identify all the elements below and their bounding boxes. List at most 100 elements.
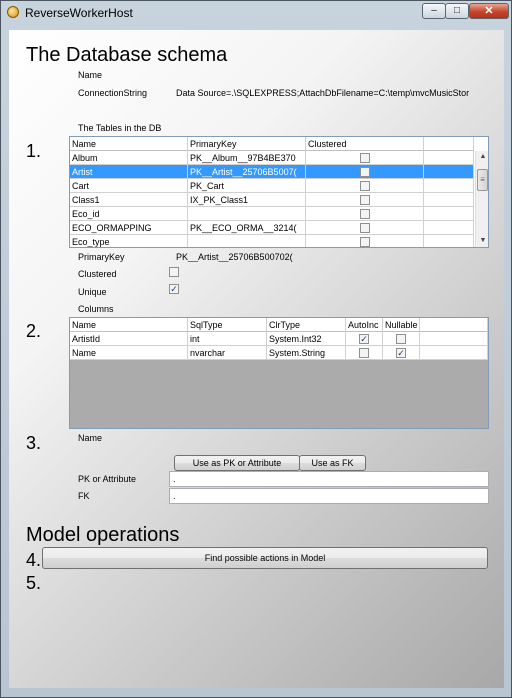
connection-string-value: Data Source=.\SQLEXPRESS;AttachDbFilenam… (176, 88, 470, 98)
table-clustered-cell[interactable] (306, 235, 424, 247)
table-pk-cell[interactable]: PK__Album__97B4BE370 (188, 151, 306, 165)
table-clustered-cell[interactable] (306, 179, 424, 193)
col-header-clrtype[interactable]: ClrType (267, 318, 346, 332)
step-5-number: 5. (26, 573, 42, 593)
primarykey-label: PrimaryKey (78, 252, 125, 262)
column-name-cell[interactable]: Name (70, 346, 188, 360)
clustered-checkbox[interactable] (360, 181, 370, 191)
step-3-number: 3. (26, 433, 42, 453)
table-name-cell[interactable]: Eco_type (70, 235, 188, 247)
table-clustered-cell[interactable] (306, 151, 424, 165)
table-pk-cell[interactable]: PK_Cart (188, 179, 306, 193)
maximize-button[interactable]: □ (445, 3, 469, 19)
client-area: The Database schema Name ConnectionStrin… (9, 30, 504, 688)
col-header-filler (424, 137, 474, 151)
table-filler-cell (424, 221, 474, 235)
clustered-checkbox[interactable] (360, 195, 370, 205)
table-clustered-cell[interactable] (306, 207, 424, 221)
column-autoinc-cell[interactable] (346, 346, 383, 360)
clustered-label: Clustered (78, 269, 117, 279)
table-filler-cell (424, 165, 474, 179)
connection-string-label: ConnectionString (78, 88, 148, 98)
col-header-clustered[interactable]: Clustered (306, 137, 424, 151)
step-2-number: 2. (26, 321, 42, 341)
table-name-cell[interactable]: ECO_ORMAPPING (70, 221, 188, 235)
unique-checkbox[interactable] (169, 284, 179, 294)
column-row[interactable]: ArtistId int System.Int32 (70, 332, 488, 346)
column-nullable-cell[interactable] (383, 346, 420, 360)
table-filler-cell (424, 207, 474, 221)
column-name-cell[interactable]: ArtistId (70, 332, 188, 346)
column-sqltype-cell[interactable]: nvarchar (188, 346, 267, 360)
table-pk-cell[interactable]: PK__ECO_ORMA__3214( (188, 221, 306, 235)
nullable-checkbox[interactable] (396, 334, 406, 344)
table-filler-cell (424, 179, 474, 193)
title-bar[interactable]: ReverseWorkerHost – □ ✕ (1, 1, 511, 25)
clustered-checkbox[interactable] (360, 237, 370, 247)
clustered-checkbox[interactable] (360, 209, 370, 219)
scroll-down-icon[interactable]: ▼ (476, 235, 488, 247)
clustered-checkbox[interactable] (169, 267, 179, 277)
scroll-thumb[interactable]: ≡ (477, 169, 488, 191)
table-clustered-cell[interactable] (306, 165, 424, 179)
window-title: ReverseWorkerHost (25, 6, 133, 20)
table-filler-cell (424, 193, 474, 207)
clustered-checkbox[interactable] (360, 223, 370, 233)
col-header-filler (420, 318, 488, 332)
col-header-nullable[interactable]: Nullable (383, 318, 420, 332)
column-nullable-cell[interactable] (383, 332, 420, 346)
column-clrtype-cell[interactable]: System.Int32 (267, 332, 346, 346)
autoinc-checkbox[interactable] (359, 348, 369, 358)
autoinc-checkbox[interactable] (359, 334, 369, 344)
fk-field[interactable]: . (169, 488, 489, 504)
nullable-checkbox[interactable] (396, 348, 406, 358)
table-pk-cell[interactable] (188, 235, 306, 247)
unique-label: Unique (78, 287, 107, 297)
find-actions-button[interactable]: Find possible actions in Model (42, 547, 488, 569)
primarykey-value: PK__Artist__25706B500702( (176, 252, 293, 262)
app-icon (7, 6, 19, 18)
fk-label: FK (78, 491, 90, 501)
scroll-up-icon[interactable]: ▲ (476, 151, 488, 163)
step-4-number: 4. (26, 550, 42, 570)
col-header-primarykey[interactable]: PrimaryKey (188, 137, 306, 151)
column-row[interactable]: Name nvarchar System.String (70, 346, 488, 360)
table-name-cell[interactable]: Class1 (70, 193, 188, 207)
database-schema-heading: The Database schema (26, 44, 228, 66)
column-filler-cell (420, 346, 488, 360)
table-pk-cell[interactable] (188, 207, 306, 221)
col-header-autoinc[interactable]: AutoInc (346, 318, 383, 332)
table-clustered-cell[interactable] (306, 193, 424, 207)
table-pk-cell[interactable]: PK__Artist__25706B5007( (188, 165, 306, 179)
table-filler-cell (424, 235, 474, 247)
close-button[interactable]: ✕ (469, 3, 509, 19)
step3-name-label: Name (78, 433, 103, 443)
pk-attribute-field[interactable]: . (169, 471, 489, 487)
use-as-fk-button[interactable]: Use as FK (299, 455, 366, 471)
table-name-cell[interactable]: Cart (70, 179, 188, 193)
table-name-cell[interactable]: Eco_id (70, 207, 188, 221)
use-as-pk-button[interactable]: Use as PK or Attribute (174, 455, 300, 471)
table-clustered-cell[interactable] (306, 221, 424, 235)
table-name-cell[interactable]: Album (70, 151, 188, 165)
step-1-number: 1. (26, 141, 42, 161)
table-filler-cell (424, 151, 474, 165)
column-filler-cell (420, 332, 488, 346)
col-header-name[interactable]: Name (70, 318, 188, 332)
table-name-cell[interactable]: Artist (70, 165, 188, 179)
col-header-sqltype[interactable]: SqlType (188, 318, 267, 332)
column-clrtype-cell[interactable]: System.String (267, 346, 346, 360)
column-autoinc-cell[interactable] (346, 332, 383, 346)
col-header-name[interactable]: Name (70, 137, 188, 151)
tables-label: The Tables in the DB (78, 123, 162, 133)
columns-label: Columns (78, 304, 114, 314)
table-pk-cell[interactable]: IX_PK_Class1 (188, 193, 306, 207)
tables-scrollbar[interactable]: ▲ ≡ ▼ (475, 151, 488, 247)
columns-grid[interactable]: Name SqlType ClrType AutoInc Nullable Ar… (69, 317, 489, 429)
tables-grid[interactable]: Name PrimaryKey Clustered Album PK__Album… (69, 136, 489, 248)
minimize-button[interactable]: – (422, 3, 446, 19)
column-sqltype-cell[interactable]: int (188, 332, 267, 346)
clustered-checkbox[interactable] (360, 167, 370, 177)
clustered-checkbox[interactable] (360, 153, 370, 163)
pk-attribute-label: PK or Attribute (78, 474, 137, 484)
